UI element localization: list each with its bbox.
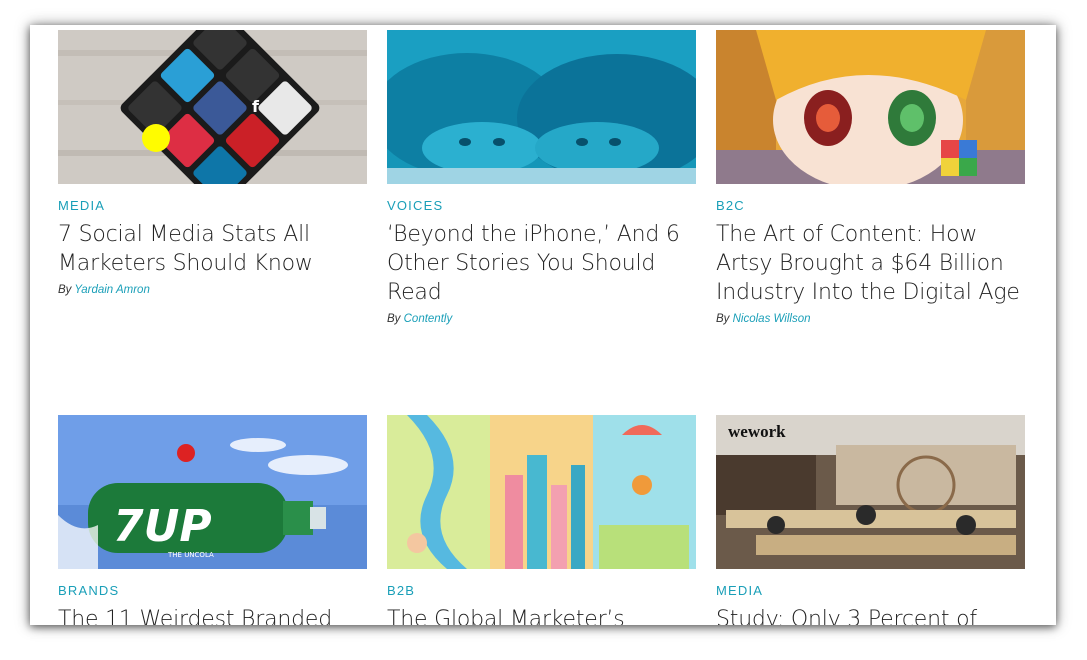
svg-text:wework: wework xyxy=(728,422,786,441)
author-link[interactable]: Yardain Amron xyxy=(74,284,149,296)
article-thumbnail-hippos[interactable] xyxy=(387,30,696,184)
author-link[interactable]: Nicolas Willson xyxy=(733,313,811,325)
wework-office-image: wework xyxy=(716,415,1025,569)
article-title[interactable]: Study: Only 3 Percent of xyxy=(716,605,1025,625)
article-grid: f MEDIA 7 Social Media Stats All Markete… xyxy=(30,25,1056,625)
byline-prefix: By xyxy=(58,284,72,296)
7up-bottle-image: 7UP THE UNCOLA xyxy=(58,415,367,569)
article-category[interactable]: B2C xyxy=(716,198,1025,214)
svg-text:7UP: 7UP xyxy=(113,501,212,552)
anime-girl-artwork-image xyxy=(716,30,1025,184)
article-category[interactable]: MEDIA xyxy=(58,198,367,214)
article-title[interactable]: ‘Beyond the iPhone,’ And 6 Other Stories… xyxy=(387,220,696,307)
article-card[interactable]: B2B The Global Marketer’s xyxy=(387,415,696,625)
svg-text:THE UNCOLA: THE UNCOLA xyxy=(167,551,214,559)
article-title[interactable]: The Global Marketer’s xyxy=(387,605,696,625)
article-category[interactable]: MEDIA xyxy=(716,583,1025,599)
article-card[interactable]: f MEDIA 7 Social Media Stats All Markete… xyxy=(58,30,367,296)
article-thumbnail-7up[interactable]: 7UP THE UNCOLA xyxy=(58,415,367,569)
hippos-image xyxy=(387,30,696,184)
byline-prefix: By xyxy=(716,313,730,325)
global-marketer-illustration xyxy=(387,415,696,569)
article-byline: By Contently xyxy=(387,313,696,325)
article-category[interactable]: BRANDS xyxy=(58,583,367,599)
article-category[interactable]: B2B xyxy=(387,583,696,599)
article-card[interactable]: VOICES ‘Beyond the iPhone,’ And 6 Other … xyxy=(387,30,696,325)
article-category[interactable]: VOICES xyxy=(387,198,696,214)
article-thumbnail-wework[interactable]: wework xyxy=(716,415,1025,569)
social-media-cube-image: f xyxy=(58,30,367,184)
article-thumbnail-anime-art[interactable] xyxy=(716,30,1025,184)
svg-text:f: f xyxy=(252,97,260,116)
article-card[interactable]: wework MEDIA Study: Only 3 Percent of xyxy=(716,415,1025,625)
article-byline: By Nicolas Willson xyxy=(716,313,1025,325)
article-title[interactable]: The 11 Weirdest Branded xyxy=(58,605,367,625)
article-thumbnail-social-cube[interactable]: f xyxy=(58,30,367,184)
article-byline: By Yardain Amron xyxy=(58,284,367,296)
article-title[interactable]: 7 Social Media Stats All Marketers Shoul… xyxy=(58,220,367,278)
article-card[interactable]: 7UP THE UNCOLA BRANDS The 11 Weirdest Br… xyxy=(58,415,367,625)
article-title[interactable]: The Art of Content: How Artsy Brought a … xyxy=(716,220,1025,307)
byline-prefix: By xyxy=(387,313,401,325)
article-thumbnail-global-marketer[interactable] xyxy=(387,415,696,569)
article-card[interactable]: B2C The Art of Content: How Artsy Brough… xyxy=(716,30,1025,325)
author-link[interactable]: Contently xyxy=(404,313,453,325)
